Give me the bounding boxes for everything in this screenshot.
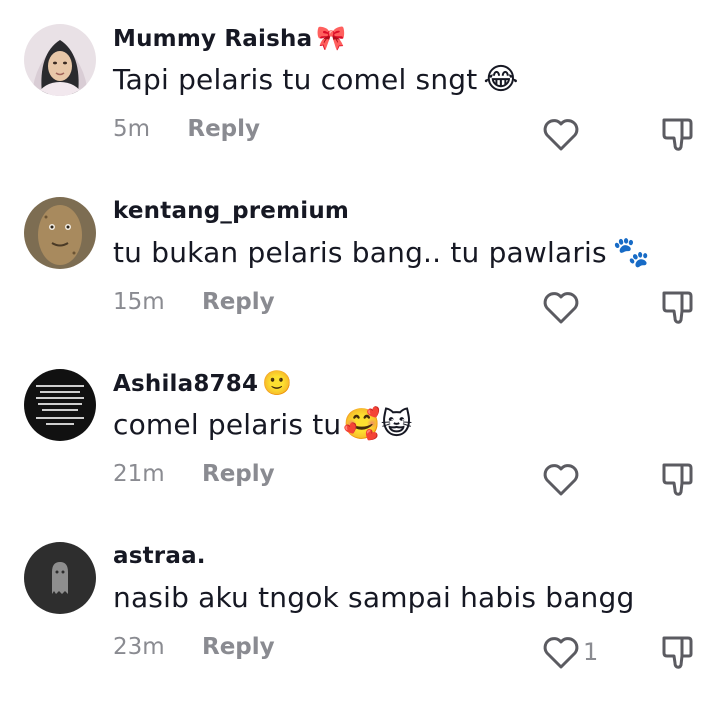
heart-outline-icon xyxy=(543,292,579,324)
username-text: Mummy Raisha xyxy=(113,26,313,52)
comment-meta: 5m Reply xyxy=(113,114,260,144)
username[interactable]: astraa. xyxy=(113,542,206,570)
laughing-emoji: 😂 xyxy=(483,62,519,97)
avatar-image-potato xyxy=(24,197,96,269)
comment-meta: 23m Reply xyxy=(113,632,275,662)
like-button[interactable] xyxy=(541,459,583,499)
comment-item: kentang_premium tu bukan pelaris bang.. … xyxy=(0,197,720,369)
hearts-cat-emoji: 🥰😺 xyxy=(343,407,413,442)
comment-text: tu bukan pelaris bang.. tu pawlaris 🐾 xyxy=(113,235,650,271)
dislike-button[interactable] xyxy=(660,287,696,327)
timestamp: 21m xyxy=(113,461,165,487)
smile-emoji: 🙂 xyxy=(262,369,293,397)
timestamp: 23m xyxy=(113,634,165,660)
avatar-image-hijab xyxy=(24,24,96,96)
thumbs-down-icon xyxy=(662,118,693,151)
comment-text: nasib aku tngok sampai habis bangg xyxy=(113,580,634,616)
avatar-image-ghost xyxy=(24,542,96,614)
reply-button[interactable]: Reply xyxy=(202,632,275,662)
like-count: 1 xyxy=(583,638,599,666)
comment-text-body: tu bukan pelaris bang.. tu pawlaris xyxy=(113,236,607,269)
username-text: astraa. xyxy=(113,543,206,569)
dislike-button[interactable] xyxy=(660,632,696,672)
dislike-button[interactable] xyxy=(660,459,696,499)
like-button[interactable]: 1 xyxy=(541,632,598,672)
thumbs-down-icon xyxy=(662,463,693,496)
comment-text: comel pelaris tu🥰😺 xyxy=(113,407,412,443)
heart-outline-icon xyxy=(543,119,579,151)
comment-text-body: Tapi pelaris tu comel sngt xyxy=(113,63,478,96)
avatar[interactable] xyxy=(24,369,96,441)
thumbs-down-icon xyxy=(662,291,693,324)
heart-outline-icon xyxy=(543,464,579,496)
heart-outline-icon xyxy=(543,637,579,669)
comment-text-body: nasib aku tngok sampai habis bangg xyxy=(113,581,635,614)
comment-text-body: comel pelaris tu xyxy=(113,408,342,441)
avatar[interactable] xyxy=(24,197,96,269)
avatar[interactable] xyxy=(24,542,96,614)
username-text: Ashila8784 xyxy=(113,371,259,397)
username[interactable]: kentang_premium xyxy=(113,197,349,225)
like-button[interactable] xyxy=(541,287,583,327)
comment-item: Mummy Raisha 🎀 Tapi pelaris tu comel sngt… xyxy=(0,24,720,196)
timestamp: 15m xyxy=(113,289,165,315)
avatar-image-quote xyxy=(24,369,96,441)
comment-meta: 21m Reply xyxy=(113,459,275,489)
dislike-button[interactable] xyxy=(660,114,696,154)
avatar[interactable] xyxy=(24,24,96,96)
paw-prints-emoji: 🐾 xyxy=(612,235,651,270)
reply-button[interactable]: Reply xyxy=(202,459,275,489)
comment-text: Tapi pelaris tu comel sngt 😂 xyxy=(113,62,519,98)
comment-item: astraa. nasib aku tngok sampai habis ban… xyxy=(0,542,720,714)
username-text: kentang_premium xyxy=(113,198,350,224)
thumbs-down-icon xyxy=(662,636,693,669)
comment-item: Ashila8784 🙂 comel pelaris tu🥰😺 21m Reply xyxy=(0,369,720,541)
timestamp: 5m xyxy=(113,116,151,142)
like-button[interactable] xyxy=(541,114,583,154)
reply-button[interactable]: Reply xyxy=(202,287,275,317)
bow-emoji: 🎀 xyxy=(316,24,347,52)
username[interactable]: Mummy Raisha 🎀 xyxy=(113,24,346,53)
username[interactable]: Ashila8784 🙂 xyxy=(113,369,292,398)
reply-button[interactable]: Reply xyxy=(187,114,260,144)
comment-meta: 15m Reply xyxy=(113,287,275,317)
